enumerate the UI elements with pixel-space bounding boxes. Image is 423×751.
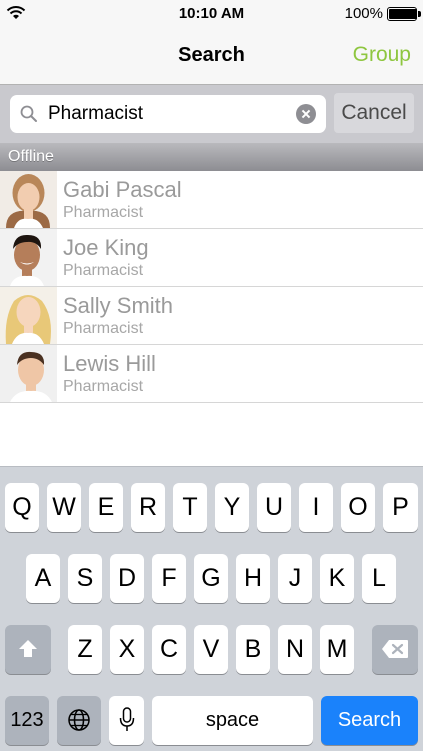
key-c[interactable]: C [152,625,186,674]
contact-name: Gabi Pascal [63,177,182,202]
contact-name: Joe King [63,235,149,260]
contact-list: Gabi Pascal Pharmacist Joe King Pharmaci… [0,171,423,403]
microphone-icon [119,707,134,731]
group-button[interactable]: Group [353,43,411,67]
avatar [0,287,57,344]
list-item[interactable]: Sally Smith Pharmacist [0,287,423,345]
delete-key[interactable] [372,625,418,674]
status-bar: 10:10 AM 100% [0,0,423,26]
search-input[interactable] [48,101,288,127]
keyboard: Q W E R T Y U I O P A S D F G H J K L Z … [0,466,423,751]
list-item[interactable]: Joe King Pharmacist [0,229,423,287]
backspace-icon [382,640,408,658]
key-d[interactable]: D [110,554,144,603]
key-p[interactable]: P [383,483,418,532]
section-header: Offline [0,143,423,171]
key-y[interactable]: Y [215,483,249,532]
numbers-key[interactable]: 123 [5,696,49,745]
key-h[interactable]: H [236,554,270,603]
key-t[interactable]: T [173,483,207,532]
section-header-label: Offline [8,148,54,165]
search-field[interactable] [10,95,326,133]
key-v[interactable]: V [194,625,228,674]
contact-role: Pharmacist [63,320,144,337]
key-a[interactable]: A [26,554,60,603]
key-f[interactable]: F [152,554,186,603]
key-b[interactable]: B [236,625,270,674]
shift-key[interactable] [5,625,51,674]
contact-name: Lewis Hill [63,351,156,376]
contact-role: Pharmacist [63,262,144,279]
contact-role: Pharmacist [63,204,144,221]
key-u[interactable]: U [257,483,291,532]
navigation-bar: Search Group [0,26,423,85]
space-key[interactable]: space [152,696,313,745]
key-s[interactable]: S [68,554,102,603]
key-n[interactable]: N [278,625,312,674]
contact-role: Pharmacist [63,378,144,395]
search-bar: Cancel [0,85,423,143]
search-key[interactable]: Search [321,696,418,745]
key-e[interactable]: E [89,483,123,532]
globe-icon [68,709,90,731]
microphone-key[interactable] [109,696,144,745]
search-icon [20,105,37,122]
key-r[interactable]: R [131,483,165,532]
battery-icon [387,7,421,21]
contact-name: Sally Smith [63,293,174,318]
avatar [0,171,57,228]
key-i[interactable]: I [299,483,333,532]
key-m[interactable]: M [320,625,354,674]
key-w[interactable]: W [47,483,81,532]
cancel-button[interactable]: Cancel [334,93,414,133]
list-item[interactable]: Lewis Hill Pharmacist [0,345,423,403]
key-g[interactable]: G [194,554,228,603]
battery-percent: 100% [344,5,383,22]
shift-icon [19,640,37,657]
key-l[interactable]: L [362,554,396,603]
key-j[interactable]: J [278,554,312,603]
key-o[interactable]: O [341,483,375,532]
key-q[interactable]: Q [5,483,39,532]
clear-icon[interactable] [296,104,316,124]
key-x[interactable]: X [110,625,144,674]
avatar [0,229,57,286]
globe-key[interactable] [57,696,101,745]
key-z[interactable]: Z [68,625,102,674]
list-item[interactable]: Gabi Pascal Pharmacist [0,171,423,229]
key-k[interactable]: K [320,554,354,603]
avatar [0,345,57,402]
